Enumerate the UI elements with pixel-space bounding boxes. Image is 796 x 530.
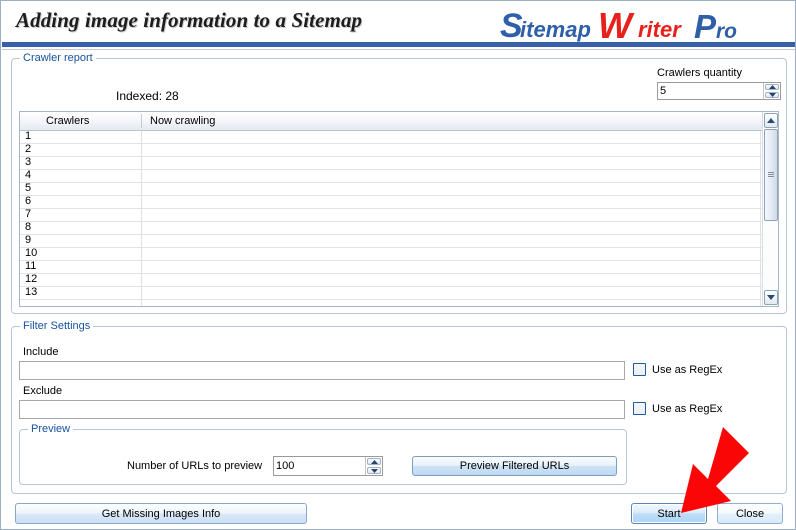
scrollbar-track[interactable] xyxy=(764,129,778,289)
spin-up-icon[interactable] xyxy=(765,84,779,90)
crawlers-table-body[interactable]: 1 2 3 4 5 6 7 8 9 10 11 12 13 xyxy=(20,131,762,306)
exclude-use-as-regex-label: Use as RegEx xyxy=(652,402,723,415)
include-use-as-regex-label: Use as RegEx xyxy=(652,363,723,376)
crawlers-quantity-spin-buttons[interactable] xyxy=(763,83,780,99)
table-row[interactable]: 8 xyxy=(20,221,762,235)
exclude-label: Exclude xyxy=(23,385,63,397)
table-row[interactable]: 11 xyxy=(20,260,762,274)
spin-down-icon[interactable] xyxy=(367,467,381,474)
sitemap-writer-pro-logo: S itemap W riter P ro xyxy=(498,4,788,44)
svg-text:ro: ro xyxy=(716,20,737,43)
spin-up-icon[interactable] xyxy=(367,458,381,465)
table-row[interactable]: 13 xyxy=(20,286,762,300)
cell-crawler-number: 13 xyxy=(25,286,38,298)
scrollbar-grip-icon xyxy=(768,172,774,178)
scroll-up-icon[interactable] xyxy=(764,113,778,128)
svg-text:W: W xyxy=(598,5,635,44)
crawlers-quantity-input[interactable] xyxy=(658,83,763,99)
indexed-count-label: Indexed: 28 xyxy=(116,89,179,103)
cell-crawler-number: 9 xyxy=(25,234,32,246)
include-use-as-regex-checkbox[interactable] xyxy=(633,363,646,376)
table-row[interactable]: 3 xyxy=(20,156,762,170)
crawler-report-group-title: Crawler report xyxy=(20,52,96,64)
crawlers-quantity-stepper[interactable] xyxy=(657,82,781,100)
cell-crawler-number: 5 xyxy=(25,182,32,194)
number-of-urls-label: Number of URLs to preview xyxy=(127,460,263,472)
table-row[interactable]: 1 xyxy=(20,131,762,144)
cell-crawler-number: 1 xyxy=(25,131,32,142)
cell-crawler-number: 4 xyxy=(25,169,32,181)
include-label: Include xyxy=(23,346,59,358)
column-header-crawlers[interactable]: Crawlers xyxy=(46,115,89,127)
page-title: Adding image information to a Sitemap xyxy=(16,8,363,32)
exclude-regex-checkbox-row[interactable]: Use as RegEx xyxy=(633,402,722,415)
crawlers-table[interactable]: Crawlers Now crawling 1 2 3 4 5 6 7 8 9 10 11 12 13 xyxy=(19,111,779,307)
number-of-urls-stepper[interactable] xyxy=(273,456,383,476)
svg-text:itemap: itemap xyxy=(520,17,591,42)
start-button[interactable]: Start xyxy=(631,503,707,524)
dialog-header: Adding image information to a Sitemap S … xyxy=(2,2,795,44)
exclude-use-as-regex-checkbox[interactable] xyxy=(633,402,646,415)
column-header-now-crawling[interactable]: Now crawling xyxy=(150,115,215,127)
cell-crawler-number: 3 xyxy=(25,156,32,168)
cell-crawler-number: 6 xyxy=(25,195,32,207)
sitemap-writer-dialog: Adding image information to a Sitemap S … xyxy=(0,0,796,530)
table-row[interactable]: 2 xyxy=(20,143,762,157)
table-row[interactable]: 4 xyxy=(20,169,762,183)
number-of-urls-spin-buttons[interactable] xyxy=(365,457,382,475)
crawlers-table-header: Crawlers Now crawling xyxy=(20,112,778,131)
table-row[interactable]: 6 xyxy=(20,195,762,209)
svg-text:P: P xyxy=(694,8,717,44)
number-of-urls-input[interactable] xyxy=(274,457,365,475)
cell-crawler-number: 10 xyxy=(25,247,38,259)
preview-filtered-urls-button[interactable]: Preview Filtered URLs xyxy=(412,456,617,476)
header-divider xyxy=(2,49,795,50)
get-missing-images-info-button[interactable]: Get Missing Images Info xyxy=(15,503,307,524)
table-row[interactable]: 5 xyxy=(20,182,762,196)
filter-settings-group-title: Filter Settings xyxy=(20,320,94,332)
cell-crawler-number: 11 xyxy=(25,260,37,272)
cell-crawler-number: 12 xyxy=(25,273,38,285)
scrollbar-thumb[interactable] xyxy=(764,129,778,221)
cell-crawler-number: 7 xyxy=(25,208,32,220)
include-regex-checkbox-row[interactable]: Use as RegEx xyxy=(633,363,722,376)
crawlers-table-scrollbar[interactable] xyxy=(762,112,778,306)
column-divider xyxy=(141,114,142,128)
table-row[interactable]: 12 xyxy=(20,273,762,287)
close-button[interactable]: Close xyxy=(717,503,783,524)
preview-group-title: Preview xyxy=(28,423,74,435)
table-row[interactable]: 9 xyxy=(20,234,762,248)
svg-text:riter: riter xyxy=(638,17,682,42)
header-accent-bar xyxy=(2,42,795,47)
exclude-input[interactable] xyxy=(19,400,625,419)
scroll-down-icon[interactable] xyxy=(764,290,778,305)
table-row[interactable]: 10 xyxy=(20,247,762,261)
cell-crawler-number: 8 xyxy=(25,221,32,233)
cell-crawler-number: 2 xyxy=(25,143,32,155)
table-row[interactable]: 7 xyxy=(20,208,762,222)
spin-down-icon[interactable] xyxy=(765,92,779,98)
include-input[interactable] xyxy=(19,361,625,380)
crawlers-quantity-label: Crawlers quantity xyxy=(657,67,742,79)
